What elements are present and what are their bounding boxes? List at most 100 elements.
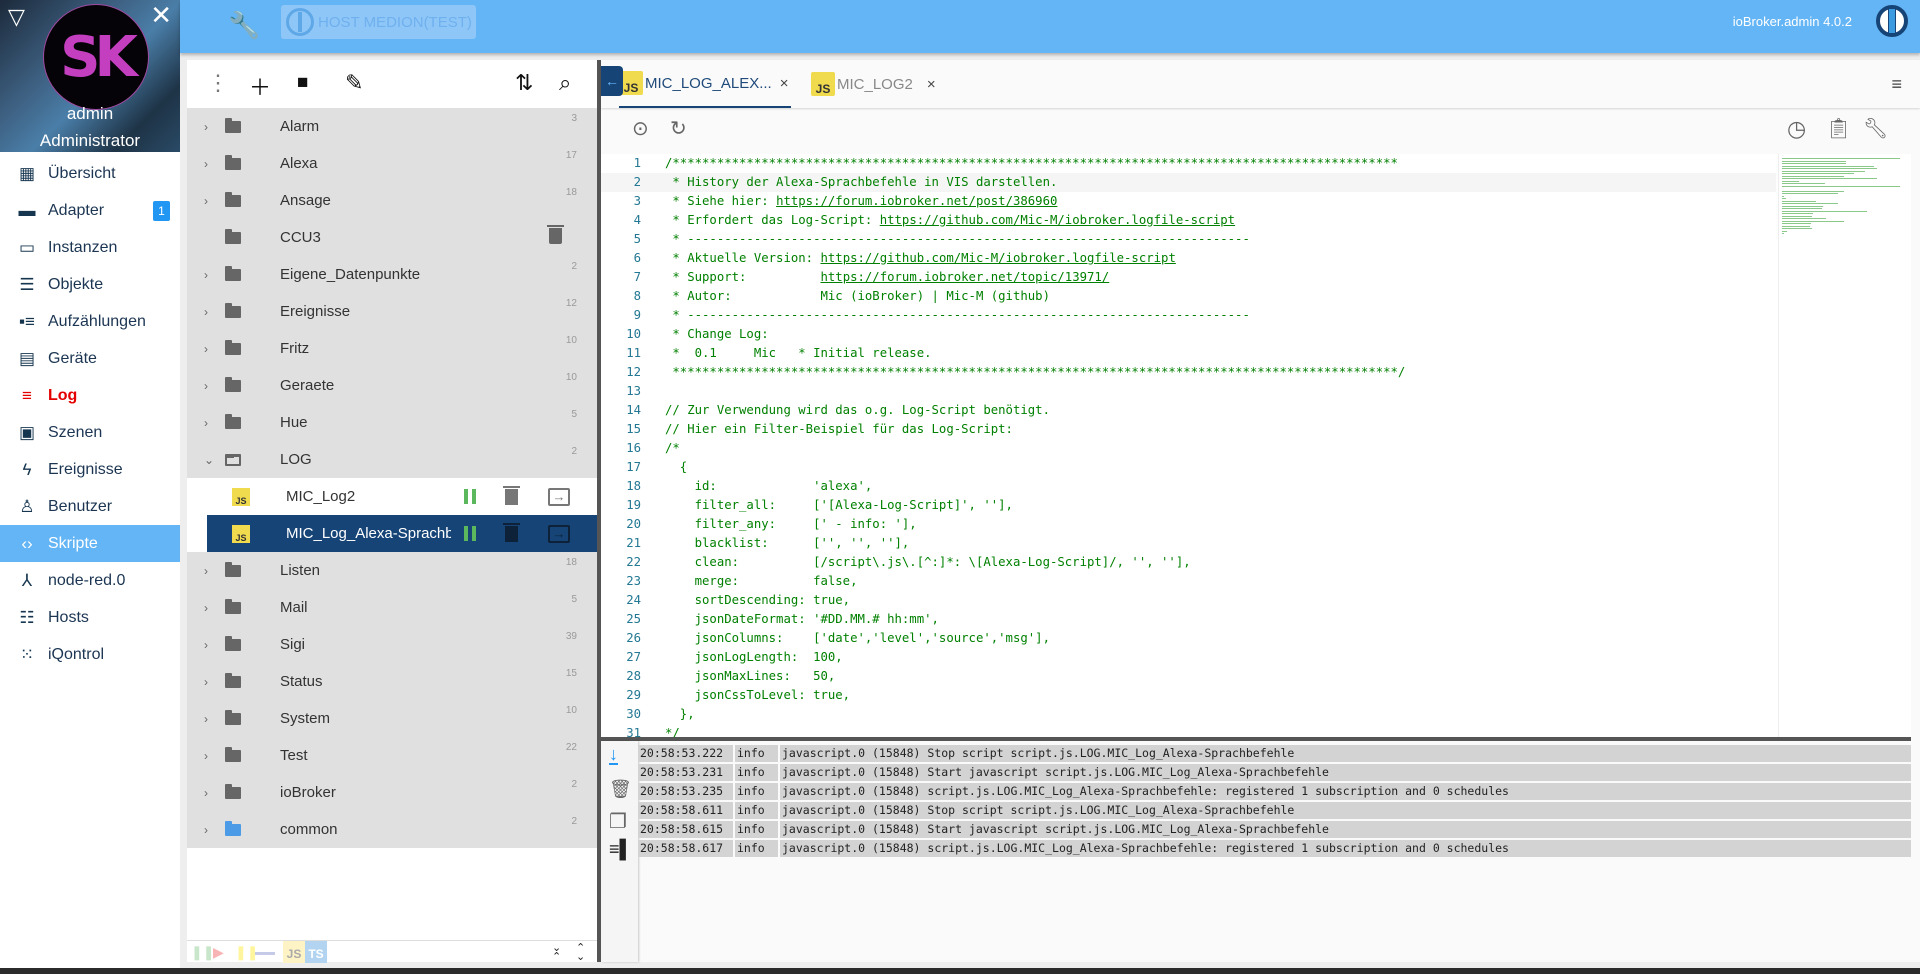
chevron-down-icon[interactable]: ⌄ [204, 453, 214, 467]
folder-icon [225, 783, 241, 799]
log-layout-icon[interactable]: ≡▌ [609, 839, 632, 860]
nav-item-skripte[interactable]: ‹› Skripte [0, 525, 180, 562]
delete-icon[interactable] [503, 486, 520, 505]
tree-folder[interactable]: › System 10 [187, 700, 597, 737]
tree-folder[interactable]: › Geraete 10 [187, 367, 597, 404]
copy-icon[interactable]: ❐ [609, 809, 627, 834]
log-level: info [735, 802, 778, 819]
nav-item-szenen[interactable]: ▣ Szenen [0, 414, 180, 451]
chevron-right-icon[interactable]: › [204, 675, 208, 689]
tree-folder[interactable]: › Ansage 18 [187, 182, 597, 219]
close-drawer-icon[interactable]: ✕ [150, 0, 172, 31]
nav-item-log[interactable]: ≡ Log [0, 377, 180, 414]
tab-mic-log-alexa[interactable]: JS MIC_LOG_ALEX... × [619, 60, 791, 108]
tree-folder[interactable]: › Alarm 3 [187, 108, 597, 145]
tab-mic-log2[interactable]: JS MIC_LOG2 × [811, 60, 936, 108]
chevron-right-icon[interactable]: › [204, 379, 208, 393]
code-link[interactable]: https://github.com/Mic-M/iobroker.logfil… [880, 213, 1235, 227]
tree-folder[interactable]: › Fritz 10 [187, 330, 597, 367]
tree-folder[interactable]: › common 2 [187, 811, 597, 848]
nav-item-iqontrol[interactable]: ⁙ iQontrol [0, 636, 180, 673]
back-arrow-icon[interactable]: ← [601, 66, 623, 96]
filter-blockly-icon[interactable]: ▬▬ [255, 947, 275, 958]
settings-wrench-icon[interactable]: 🔧︎ [1863, 116, 1888, 141]
menu-lines-icon[interactable]: ≡ [1891, 74, 1902, 95]
chevron-right-icon[interactable]: › [204, 712, 208, 726]
nav-item-objekte[interactable]: ☰ Objekte [0, 266, 180, 303]
tree-folder[interactable]: › Hue 5 [187, 404, 597, 441]
export-icon[interactable]: → [548, 525, 570, 543]
collapse-all-icon[interactable]: ⌄ ⌃ [552, 943, 561, 963]
autoscroll-icon[interactable]: ↓ [609, 745, 618, 765]
close-tab-icon[interactable]: × [927, 76, 936, 93]
iobroker-logo-icon[interactable] [1876, 5, 1908, 37]
tree-folder[interactable]: › ioBroker 2 [187, 774, 597, 811]
chevron-right-icon[interactable]: › [204, 564, 208, 578]
filter-ts-icon[interactable]: TS [305, 941, 327, 963]
menu-toggle-icon[interactable]: ▽ [8, 4, 25, 30]
code-link[interactable]: https://forum.iobroker.net/post/386960 [776, 194, 1057, 208]
more-vert-icon[interactable]: ⋮ [207, 70, 229, 96]
add-script-icon[interactable]: ＋ [249, 70, 271, 102]
search-icon[interactable]: ⌕ [559, 70, 571, 96]
nav-item-ereignisse[interactable]: ϟ Ereignisse [0, 451, 180, 488]
chevron-right-icon[interactable]: › [204, 194, 208, 208]
chevron-right-icon[interactable]: › [204, 786, 208, 800]
locate-icon[interactable]: ⊙ [632, 116, 649, 141]
edit-icon[interactable]: ✎ [345, 70, 363, 96]
tree-folder[interactable]: › Ereignisse 12 [187, 293, 597, 330]
nav-item-ger-te[interactable]: ▤ Geräte [0, 340, 180, 377]
code-minimap[interactable] [1778, 154, 1903, 737]
pause-icon[interactable] [464, 489, 476, 504]
tree-folder[interactable]: CCU3 [187, 219, 597, 256]
tree-folder[interactable]: › Eigene_Datenpunkte 2 [187, 256, 597, 293]
chevron-right-icon[interactable]: › [204, 268, 208, 282]
delete-folder-icon[interactable] [547, 225, 564, 244]
nav-item-adapter[interactable]: ▬ Adapter 1 [0, 192, 180, 229]
nav-item-hosts[interactable]: ☷ Hosts [0, 599, 180, 636]
filter-running-icon[interactable]: ❚❚ [191, 944, 214, 961]
tree-script[interactable]: JS MIC_Log_Alexa-Sprachbefehle → [207, 515, 597, 552]
export-icon[interactable]: → [548, 488, 570, 506]
chevron-right-icon[interactable]: › [204, 601, 208, 615]
wrench-icon[interactable]: 🔧 [228, 10, 260, 41]
host-selector[interactable]: HOST MEDION(TEST) [281, 5, 476, 39]
tree-folder[interactable]: › Test 22 [187, 737, 597, 774]
chevron-right-icon[interactable]: › [204, 342, 208, 356]
chevron-right-icon[interactable]: › [204, 749, 208, 763]
code-editor[interactable]: 1/**************************************… [601, 154, 1911, 737]
chevron-right-icon[interactable]: › [204, 305, 208, 319]
filter-js-icon[interactable]: JS [283, 941, 305, 963]
chevron-right-icon[interactable]: › [204, 416, 208, 430]
nav-item-aufz-hlungen[interactable]: ▪≡ Aufzählungen [0, 303, 180, 340]
tree-folder[interactable]: › Listen 18 [187, 552, 597, 589]
code-link[interactable]: https://github.com/Mic-M/iobroker.logfil… [820, 251, 1175, 265]
tree-folder[interactable]: › Status 15 [187, 663, 597, 700]
chevron-right-icon[interactable]: › [204, 120, 208, 134]
clipboard-icon[interactable]: 📋︎ [1826, 116, 1851, 141]
tree-folder[interactable]: › Sigi 39 [187, 626, 597, 663]
expand-all-icon[interactable]: ⌃ ⌄ [576, 943, 585, 963]
nav-item-benutzer[interactable]: ♙ Benutzer [0, 488, 180, 525]
chevron-right-icon[interactable]: › [204, 157, 208, 171]
tree-folder[interactable]: › Mail 5 [187, 589, 597, 626]
code-link[interactable]: https://forum.iobroker.net/topic/13971/ [820, 270, 1109, 284]
nav-item-node-red-0[interactable]: ⅄ node-red.0 [0, 562, 180, 599]
tree-script[interactable]: JS MIC_Log2 → [207, 478, 597, 515]
nav-item-instanzen[interactable]: ▭ Instanzen [0, 229, 180, 266]
clear-log-icon[interactable]: 🗑︎ [609, 779, 632, 800]
chevron-right-icon[interactable]: › [204, 823, 208, 837]
tree-folder[interactable]: › Alexa 17 [187, 145, 597, 182]
folder-icon [225, 376, 241, 392]
delete-icon[interactable] [503, 523, 520, 542]
sort-icon[interactable]: ⇅ [515, 70, 533, 96]
tree-folder[interactable]: ⌄ LOG 2 [187, 441, 597, 478]
nav-item--bersicht[interactable]: ▦ Übersicht [0, 155, 180, 192]
close-tab-icon[interactable]: × [780, 75, 789, 92]
clock-icon[interactable]: ◷ [1787, 116, 1806, 142]
filter-stopped-icon[interactable]: ▶ [213, 944, 224, 961]
add-folder-icon[interactable]: ■ [297, 72, 308, 94]
restart-icon[interactable]: ↻ [670, 116, 687, 141]
chevron-right-icon[interactable]: › [204, 638, 208, 652]
pause-icon[interactable] [464, 526, 476, 541]
